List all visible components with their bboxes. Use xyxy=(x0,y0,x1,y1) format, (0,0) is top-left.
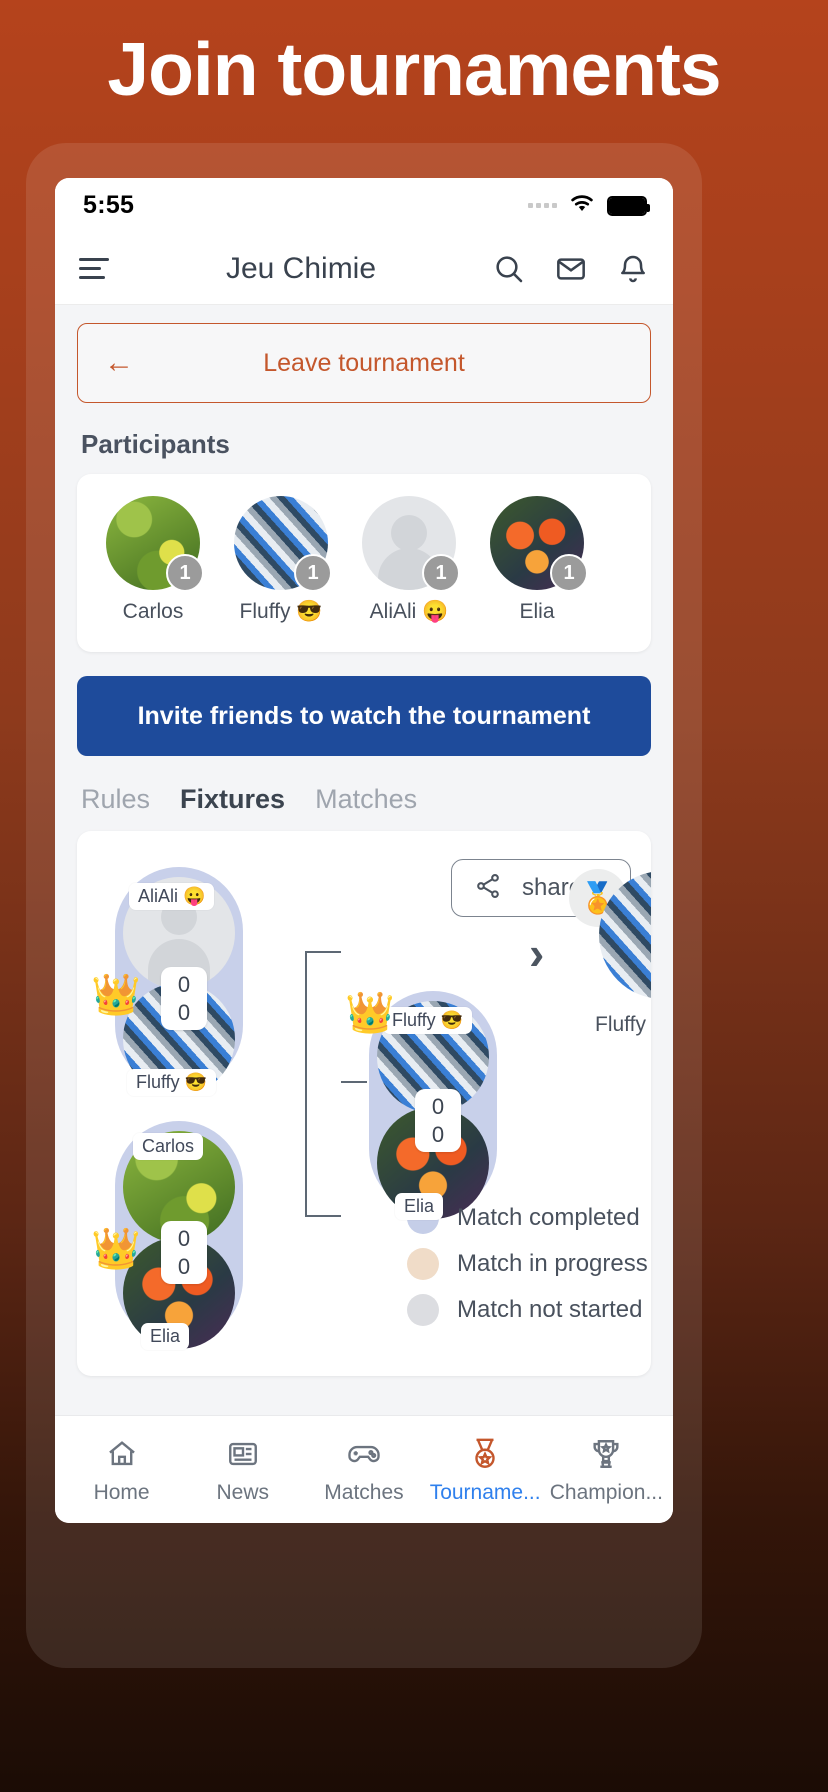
nav-item-matches[interactable]: Matches xyxy=(305,1435,423,1505)
participant-item[interactable]: 1 Carlos xyxy=(97,496,209,624)
bracket-slot-name: AliAli 😛 xyxy=(129,883,215,910)
bracket-legend: Match completed Match in progress Match … xyxy=(407,1202,648,1340)
participant-name: Elia xyxy=(519,600,555,623)
nav-label: Tourname... xyxy=(429,1480,541,1504)
nav-item-news[interactable]: News xyxy=(184,1435,302,1505)
promo-headline: Join tournaments xyxy=(107,27,721,111)
app-bar: Jeu Chimie xyxy=(55,233,673,305)
bracket-slot-name: Elia xyxy=(395,1193,444,1220)
fixtures-tabs: Rules Fixtures Matches xyxy=(81,784,651,815)
medal-icon xyxy=(468,1435,502,1473)
participants-card: 1 Carlos 1 Fluffy 😎 1 AliAli 😛 1 Elia xyxy=(77,474,651,652)
legend-color-swatch xyxy=(407,1294,439,1326)
score-bottom: 0 xyxy=(431,1121,445,1147)
tab-matches[interactable]: Matches xyxy=(315,784,417,815)
search-icon[interactable] xyxy=(493,253,525,285)
participant-badge: 1 xyxy=(550,554,588,592)
participant-name: Carlos xyxy=(122,600,184,623)
bracket-score: 0 0 xyxy=(161,1221,207,1284)
mail-icon[interactable] xyxy=(555,253,587,285)
chevron-right-icon: › xyxy=(529,927,545,979)
champion-name: Fluffy 😎 xyxy=(589,1011,651,1039)
participant-item[interactable]: 1 AliAli 😛 xyxy=(353,496,465,624)
legend-label: Match completed xyxy=(457,1204,640,1231)
crown-icon: 👑 xyxy=(91,973,141,1017)
legend-item-completed: Match completed xyxy=(407,1202,648,1234)
legend-color-swatch xyxy=(407,1248,439,1280)
bracket-score: 0 0 xyxy=(161,967,207,1030)
status-bar: 5:55 xyxy=(55,178,673,233)
participant-badge: 1 xyxy=(166,554,204,592)
tab-fixtures[interactable]: Fixtures xyxy=(180,784,285,815)
bracket-slot-name: Fluffy 😎 xyxy=(383,1007,473,1034)
page-title: Jeu Chimie xyxy=(225,251,377,285)
gamepad-icon xyxy=(346,1435,382,1473)
wifi-icon xyxy=(567,192,597,219)
status-time: 5:55 xyxy=(83,191,135,219)
score-top: 0 xyxy=(177,972,191,997)
score-top: 0 xyxy=(177,1226,191,1251)
bracket-score: 0 0 xyxy=(415,1089,461,1152)
crown-icon: 👑 xyxy=(345,991,395,1035)
nav-item-tournaments[interactable]: Tourname... xyxy=(426,1435,544,1505)
nav-label: Champion... xyxy=(549,1480,663,1504)
participant-name: AliAli 😛 xyxy=(369,600,449,623)
bell-icon[interactable] xyxy=(617,253,649,285)
nav-label: Matches xyxy=(324,1480,404,1504)
phone-screen: 5:55 Jeu Chimie ← Leave tournament Parti… xyxy=(55,178,673,1523)
nav-label: Home xyxy=(93,1480,150,1504)
leave-tournament-label: Leave tournament xyxy=(263,348,465,377)
participant-badge: 1 xyxy=(422,554,460,592)
bracket-slot-name: Fluffy 😎 xyxy=(127,1069,217,1096)
tab-rules[interactable]: Rules xyxy=(81,784,150,815)
page-content: ← Leave tournament Participants 1 Carlos… xyxy=(55,305,673,1415)
participant-item[interactable]: 1 Elia xyxy=(481,496,593,624)
battery-icon xyxy=(607,195,650,216)
bottom-navigation: Home News Matches Tourname... Champion.. xyxy=(55,1415,673,1523)
invite-friends-button[interactable]: Invite friends to watch the tournament xyxy=(77,676,651,756)
home-icon xyxy=(105,1435,139,1473)
score-bottom: 0 xyxy=(177,999,191,1025)
news-icon xyxy=(226,1435,260,1473)
participant-item[interactable]: 1 Fluffy 😎 xyxy=(225,496,337,624)
share-icon xyxy=(474,872,502,905)
bracket-slot-name: Carlos xyxy=(133,1133,204,1160)
score-bottom: 0 xyxy=(177,1253,191,1279)
bracket-card: share AliAli 😛 👑 0 0 Fluffy 😎 Carlos 👑 0… xyxy=(77,831,651,1376)
legend-label: Match not started xyxy=(457,1296,643,1323)
nav-item-championships[interactable]: Champion... xyxy=(547,1435,665,1505)
bracket-connector xyxy=(305,951,341,1217)
signal-dots-icon xyxy=(528,203,557,208)
trophy-icon xyxy=(589,1435,623,1473)
legend-label: Match in progress xyxy=(457,1250,648,1277)
participant-badge: 1 xyxy=(294,554,332,592)
crown-icon: 👑 xyxy=(91,1227,141,1271)
nav-label: News xyxy=(216,1480,270,1504)
bracket-connector-stub xyxy=(341,1081,367,1083)
leave-tournament-button[interactable]: ← Leave tournament xyxy=(77,323,651,403)
legend-item-not-started: Match not started xyxy=(407,1294,648,1326)
bracket-slot-name: Elia xyxy=(141,1323,190,1350)
legend-item-in-progress: Match in progress xyxy=(407,1248,648,1280)
participants-heading: Participants xyxy=(81,429,230,459)
participant-name: Fluffy 😎 xyxy=(239,600,323,623)
nav-item-home[interactable]: Home xyxy=(63,1435,181,1505)
score-top: 0 xyxy=(431,1094,445,1119)
hamburger-menu-icon[interactable] xyxy=(79,258,109,279)
